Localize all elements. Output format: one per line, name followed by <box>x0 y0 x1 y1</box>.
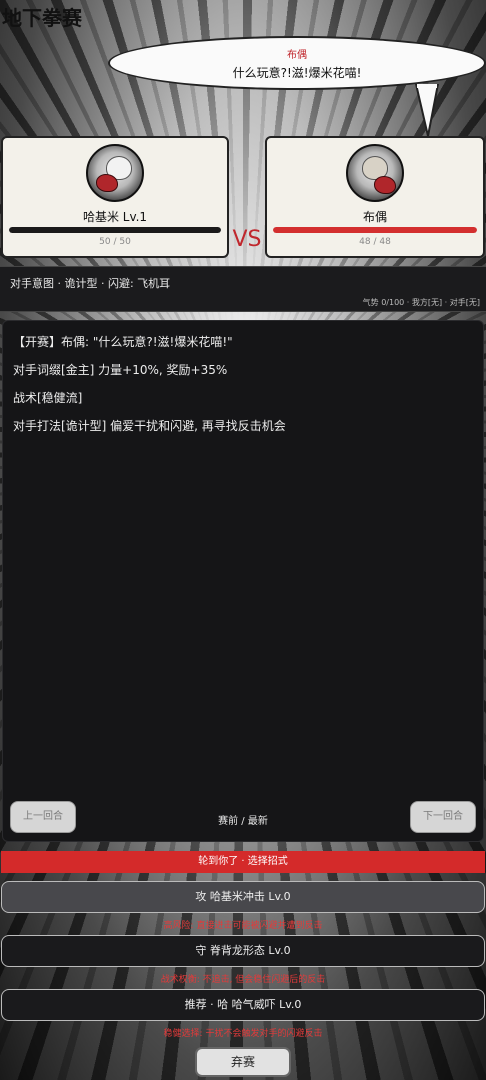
boxing-glove-icon <box>96 174 118 192</box>
recommended-move-button[interactable]: 推荐 · 哈 哈气威吓 Lv.0 <box>1 989 485 1021</box>
next-round-button[interactable]: 下一回合 <box>410 801 476 833</box>
speech-speaker: 布偶 <box>287 50 307 61</box>
attack-move-hint: 高风险: 直接进击可能被闪避并遭到反击 <box>163 921 323 931</box>
player-card: 哈基米 Lv.1 50 / 50 <box>1 136 229 258</box>
opponent-hp-bar <box>273 227 477 233</box>
speech-bubble-tail <box>414 84 440 136</box>
player-hp-text: 50 / 50 <box>99 237 131 247</box>
vs-label: VS <box>232 227 262 252</box>
battle-log[interactable]: 【开赛】布偶: "什么玩意?!滋!爆米花喵!" 对手词缀[金主] 力量+10%,… <box>2 320 484 842</box>
turn-banner: 轮到你了 · 选择招式 <box>1 851 485 873</box>
forfeit-button[interactable]: 弃赛 <box>195 1047 291 1077</box>
player-hp-fill <box>9 227 221 233</box>
opponent-hp-fill <box>273 227 477 233</box>
defend-move-hint: 战术权衡: 不追击, 但会稳住闪避后的反击 <box>160 975 326 985</box>
recommended-move-hint: 稳健选择: 干扰不会触发对手的闪避反击 <box>163 1029 323 1039</box>
log-line: 对手打法[诡计型] 偏爱干扰和闪避, 再寻找反击机会 <box>13 419 286 433</box>
opponent-avatar <box>346 144 404 202</box>
speech-bubble: 布偶 什么玩意?!滋!爆米花喵! <box>108 36 486 90</box>
intent-text: 对手意图 · 诡计型 · 闪避: 飞机耳 <box>10 277 171 290</box>
opponent-hp-text: 48 / 48 <box>359 237 391 247</box>
log-line: 战术[稳健流] <box>13 391 83 405</box>
attack-move-button[interactable]: 攻 哈基米冲击 Lv.0 <box>1 881 485 913</box>
player-avatar <box>86 144 144 202</box>
defend-move-button[interactable]: 守 脊背龙形态 Lv.0 <box>1 935 485 967</box>
speech-text: 什么玩意?!滋!爆米花喵! <box>232 66 362 80</box>
player-name: 哈基米 Lv.1 <box>82 210 148 224</box>
opponent-intent-panel: 对手意图 · 诡计型 · 闪避: 飞机耳 气势 0/100 · 我方[无] · … <box>0 266 486 312</box>
log-line: 对手词缀[金主] 力量+10%, 奖励+35% <box>13 363 228 377</box>
game-title: 地下拳赛 <box>2 6 82 30</box>
boxing-glove-icon <box>374 176 396 194</box>
log-line: 【开赛】布偶: "什么玩意?!滋!爆米花喵!" <box>13 335 233 349</box>
momentum-status: 气势 0/100 · 我方[无] · 对手[无] <box>362 298 480 307</box>
opponent-name: 布偶 <box>362 210 387 224</box>
opponent-card: 布偶 48 / 48 <box>265 136 485 258</box>
player-hp-bar <box>9 227 221 233</box>
